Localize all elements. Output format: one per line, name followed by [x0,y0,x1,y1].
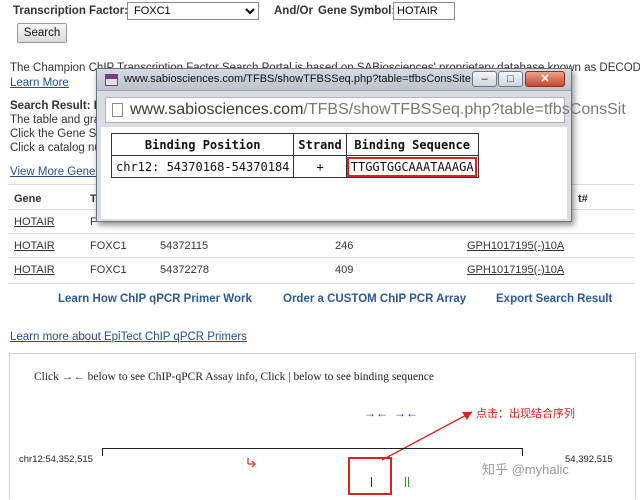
andor-label: And/Or [274,5,313,17]
table-row-2-gene[interactable]: HOTAIR [14,240,55,252]
table-row-3-gene[interactable]: HOTAIR [14,264,55,276]
table-row-3-position: 54372278 [160,264,209,276]
track-right-tick [522,448,523,456]
maximize-button[interactable]: □ [498,71,523,87]
table-row-3-distance: 409 [335,264,354,276]
table-row-2-position: 54372115 [160,240,209,252]
tf-label: Transcription Factor: [13,5,129,17]
header-strand: Strand [293,133,347,156]
minimize-button[interactable]: – [472,71,497,87]
page-icon [112,103,123,117]
close-button[interactable]: ✕ [525,71,565,87]
epitect-link[interactable]: Learn more about EpiTect ChIP qPCR Prime… [10,331,247,343]
popup-content: Binding Position Strand Binding Sequence… [101,127,567,219]
gene-symbol-label: Gene Symbol: [318,5,396,17]
watermark: 知乎 @myhalic [482,462,569,477]
col-header-gene: Gene [14,193,42,205]
search-button[interactable]: Search [17,23,67,43]
transcription-factor-select[interactable]: FOXC1 [127,2,259,20]
header-binding-position: Binding Position [110,133,295,156]
binding-position-value: chr12: 54370168-54370184 [110,155,295,178]
export-results-link[interactable]: Export Search Result [496,293,612,305]
table-row-2-distance: 246 [335,240,354,252]
binding-table: Binding Position Strand Binding Sequence… [110,133,479,178]
url-path: /TFBS/showTFBSSeq.php?table=tfbsConsSit [303,101,626,118]
window-app-icon [105,74,118,86]
view-more-genes-link[interactable]: View More Genes [10,166,101,178]
address-bar[interactable]: www.sabiosciences.com/TFBS/showTFBSSeq.p… [105,97,626,123]
learn-more-link[interactable]: Learn More [10,77,69,89]
table-row-2-tf: FOXC1 [90,240,127,252]
track-start-label: chr12:54,352,515 [19,454,93,465]
popup-title: www.sabiosciences.com/TFBS/showTFBSSeq.p… [124,73,481,85]
result-info-line-2: Click the Gene Sy [10,128,103,140]
binding-site-marker-green-2[interactable] [408,477,409,487]
binding-site-marker-green-1[interactable] [405,477,406,487]
learn-primer-link[interactable]: Learn How ChIP qPCR Primer Work [58,293,252,305]
track-line [102,448,522,449]
genome-browser-panel: Click →← below to see ChIP-qPCR Assay in… [9,353,636,499]
gene-symbol-input[interactable] [393,2,455,20]
address-url: www.sabiosciences.com/TFBS/showTFBSSeq.p… [130,101,626,119]
binding-sequence-popup[interactable]: www.sabiosciences.com/TFBS/showTFBSSeq.p… [96,68,626,222]
popup-titlebar[interactable]: www.sabiosciences.com/TFBS/showTFBSSeq.p… [97,69,571,91]
table-row-1-gene[interactable]: HOTAIR [14,216,55,228]
table-row-3-tf: FOXC1 [90,264,127,276]
track-left-tick [102,448,103,456]
url-host: www.sabiosciences.com [130,101,304,118]
order-array-link[interactable]: Order a CUSTOM ChIP PCR Array [283,293,466,305]
col-header-catalog: t# [578,193,588,205]
track-end-label: 54,392,515 [565,454,613,465]
annotation-arrow-icon [247,411,473,468]
table-row-3-catalog[interactable]: GPH1017195(-)10A [467,264,564,276]
binding-site-highlight [348,457,392,495]
result-info-line-1: The table and gra [10,114,101,126]
binding-site-marker-icon[interactable] [371,477,372,487]
binding-sequence-value: TTGGTGGCAAATAAAGA [345,155,479,178]
header-binding-sequence: Binding Sequence [345,133,479,156]
result-info-line-3: Click a catalog nu [10,142,101,154]
search-result-heading: Search Result: F [10,100,101,112]
strand-value: + [293,155,347,178]
table-row-2-catalog[interactable]: GPH1017195(-)10A [467,240,564,252]
